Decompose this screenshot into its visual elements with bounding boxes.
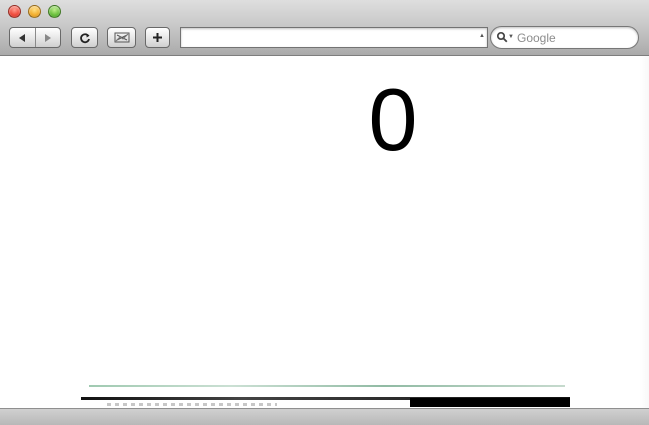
browser-toolbar: ▲ ▼ <box>0 0 649 56</box>
screenshot-button[interactable] <box>107 27 136 48</box>
background-faint-text <box>107 403 277 406</box>
screenshot-icon <box>114 32 129 43</box>
forward-button[interactable] <box>34 28 60 47</box>
reload-button[interactable] <box>71 27 98 48</box>
counter-value: 0 <box>368 70 418 169</box>
search-menu-arrow-icon: ▼ <box>508 34 514 40</box>
close-window-button[interactable] <box>8 5 21 18</box>
forward-arrow-icon <box>44 33 51 42</box>
search-input[interactable] <box>517 29 632 46</box>
plus-icon <box>153 33 162 42</box>
search-field[interactable]: ▼ <box>490 26 639 49</box>
browser-window: ▲ ▼ 0 <box>0 0 649 425</box>
reload-icon <box>79 32 90 43</box>
page-content: 0 <box>0 56 606 408</box>
back-arrow-icon <box>19 33 26 42</box>
search-icon <box>496 31 508 43</box>
zoom-window-button[interactable] <box>48 5 61 18</box>
back-forward-buttons <box>9 27 61 48</box>
background-page-fragment <box>81 381 570 407</box>
address-arrow-icon: ▲ <box>479 33 485 39</box>
minimize-window-button[interactable] <box>28 5 41 18</box>
window-controls <box>8 5 61 18</box>
add-bookmark-button[interactable] <box>145 27 170 48</box>
address-bar[interactable] <box>180 27 488 48</box>
background-dark-block <box>410 398 570 407</box>
background-link-line <box>89 385 565 387</box>
back-button[interactable] <box>10 28 35 47</box>
status-bar <box>0 408 649 425</box>
background-window-edge <box>606 56 649 408</box>
